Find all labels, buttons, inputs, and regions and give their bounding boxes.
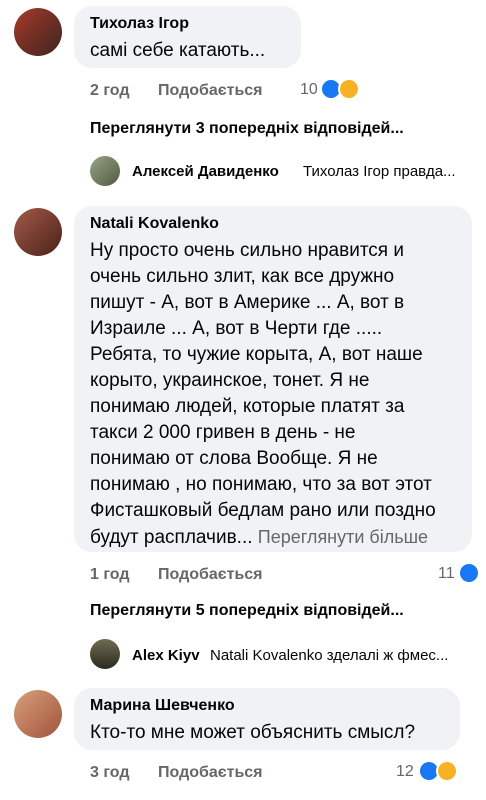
reply-text: Тихолаз Ігор правда... <box>303 163 456 180</box>
comment-line: понимаю от слова Вообще. Я не <box>90 448 378 469</box>
sad-reaction-icon <box>338 78 360 100</box>
comment-text: Кто-то мне может объяснить смысл? <box>90 722 416 743</box>
like-button[interactable]: Подобається <box>158 82 263 100</box>
avatar-tykholaz[interactable] <box>14 8 62 56</box>
comment-line: понимаю , но понимаю, что за вот этот <box>90 474 432 495</box>
like-reaction-icon <box>458 562 480 584</box>
comment-time[interactable]: 2 год <box>90 82 130 100</box>
comment-text: самі себе катають... <box>90 40 266 61</box>
avatar-davydenko[interactable] <box>90 156 120 186</box>
comment-truncated-text: будут расплачив... <box>90 527 253 548</box>
like-button[interactable]: Подобається <box>158 566 263 584</box>
comment-line: понимаю людей, которые платят за <box>90 396 405 417</box>
like-button[interactable]: Подобається <box>158 764 263 782</box>
avatar-kovalenko[interactable] <box>14 208 62 256</box>
comment-line: Израиле ... А, вот в Черти где ..... <box>90 318 383 339</box>
reaction-count[interactable]: 11 <box>438 565 455 583</box>
comment-line: Ребята, то чужие корыта, А, вот наше <box>90 344 423 365</box>
comment-author[interactable]: Тихолаз Ігор <box>90 15 189 33</box>
reply-author[interactable]: Alex Kiyv <box>132 647 200 664</box>
comment-time[interactable]: 3 год <box>90 764 130 782</box>
view-previous-replies-2[interactable]: Переглянути 5 попередніх відповідей... <box>90 602 404 620</box>
comment-line: Фисташковый бедлам рано или поздно <box>90 500 436 521</box>
see-more-link[interactable]: Переглянути більше <box>258 527 428 547</box>
reaction-count[interactable]: 12 <box>396 763 414 781</box>
reply-text: Natali Kovalenko зделалі ж фмес... <box>210 647 449 664</box>
comment-author[interactable]: Natali Kovalenko <box>90 215 219 233</box>
comment-line: очень сильно злит, как все дружно <box>90 266 395 287</box>
reaction-count[interactable]: 10 <box>300 81 318 99</box>
comment-line: такси 2 000 гривен в день - не <box>90 422 356 443</box>
avatar-alex-kiyv[interactable] <box>90 639 120 669</box>
laugh-reaction-icon <box>436 760 458 782</box>
comment-author[interactable]: Марина Шевченко <box>90 697 235 715</box>
view-previous-replies-1[interactable]: Переглянути 3 попередніх відповідей... <box>90 120 404 138</box>
comment-line-last: будут расплачив... Переглянути більше <box>90 524 428 551</box>
comment-time[interactable]: 1 год <box>90 566 130 584</box>
comment-line: пишут - А, вот в Америке ... А, вот в <box>90 292 405 313</box>
reply-author[interactable]: Алексей Давиденко <box>132 163 279 180</box>
avatar-shevchenko[interactable] <box>14 690 62 738</box>
comment-line: корыто, украинское, тонет. Я не <box>90 370 370 391</box>
comment-line: Ну просто очень сильно нравится и <box>90 240 404 261</box>
